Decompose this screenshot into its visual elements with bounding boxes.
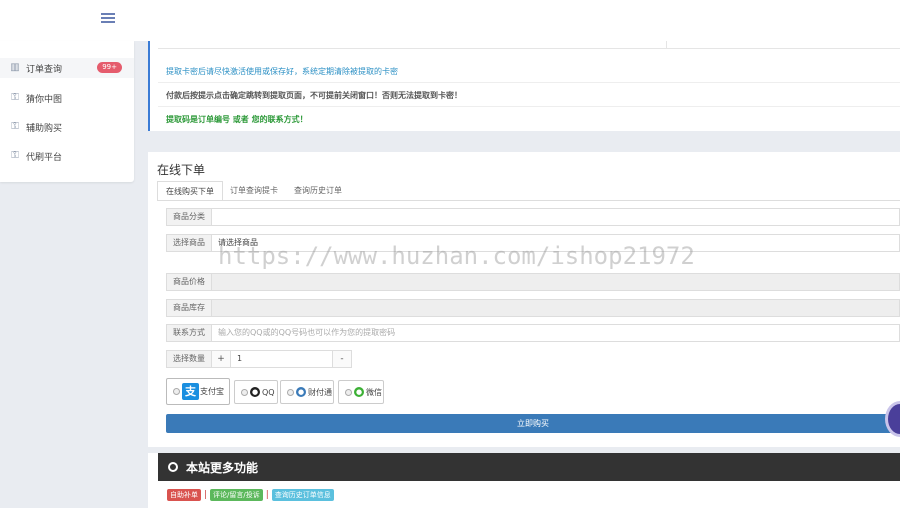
radio-icon[interactable] — [173, 388, 180, 395]
pay-option-alipay[interactable]: 支 支付宝 — [166, 378, 230, 405]
radio-icon[interactable] — [287, 388, 294, 396]
key-icon: ⚿ — [11, 121, 19, 132]
stock-row: 商品库存 — [166, 299, 900, 317]
price-label: 商品价格 — [166, 273, 212, 291]
order-panel: 在线下单 在线购买下单 订单查询提卡 查询历史订单 商品分类 选择商品 请选择商… — [148, 152, 900, 447]
tab-order-query[interactable]: 订单查询提卡 — [222, 181, 286, 201]
sidebar-item-label: 订单查询 — [26, 64, 63, 75]
more-features-title: 本站更多功能 — [186, 460, 259, 475]
stock-label: 商品库存 — [166, 299, 212, 317]
map-pin-icon — [168, 462, 178, 472]
category-select[interactable] — [212, 208, 900, 226]
qq-penguin-icon: ● — [250, 387, 260, 397]
notice-header-row — [158, 41, 900, 49]
notice-line: 提取码是订单编号 或者 您的联系方式！ — [166, 115, 308, 124]
sidebar-item-assist-buy[interactable]: ⚿ 辅助购买 — [0, 117, 134, 137]
sidebar-item-order-query[interactable]: ▥ 订单查询 99+ — [0, 58, 134, 78]
radio-icon[interactable] — [241, 388, 248, 396]
tab-divider — [157, 200, 900, 201]
pay-option-label: 支付宝 — [200, 387, 224, 396]
pay-option-label: 微信 — [366, 387, 382, 397]
order-title: 在线下单 — [157, 163, 206, 177]
pay-option-wechat[interactable]: ● 微信 — [338, 380, 384, 404]
more-features-panel: 本站更多功能 自助补单 | 评论/留言/投诉 | 查询历史订单信息 — [148, 453, 900, 508]
sidebar-item-agent-platform[interactable]: ⚿ 代刷平台 — [0, 146, 134, 166]
pay-option-qq[interactable]: ● QQ — [234, 380, 278, 404]
top-bar — [0, 0, 900, 41]
tab-history-orders[interactable]: 查询历史订单 — [286, 181, 350, 201]
wechat-icon: ● — [354, 387, 364, 397]
notice-line: 付款后按提示点击确定跳转到提取页面，不可提前关闭窗口！否则无法提取到卡密！ — [158, 84, 900, 107]
pay-option-label: 财付通 — [308, 387, 332, 397]
tab-online-buy[interactable]: 在线购买下单 — [157, 181, 223, 201]
pay-option-tenpay[interactable]: ● 财付通 — [280, 380, 334, 404]
link-self-reorder[interactable]: 自助补单 — [167, 489, 201, 501]
sidebar-item-guess[interactable]: ⚿ 猜你中图 — [0, 88, 134, 108]
category-row: 商品分类 — [166, 208, 900, 226]
pay-option-label: QQ — [262, 387, 275, 397]
separator: | — [265, 490, 269, 500]
notice-panel: 提取卡密后请尽快激活使用或保存好，系统定期清除被提取的卡密 付款后按提示点击确定… — [148, 41, 900, 131]
tenpay-icon: ● — [296, 387, 306, 397]
quantity-stepper: 选择数量 + 1 - — [166, 350, 352, 368]
contact-row: 联系方式 输入您的QQ或的QQ号码也可以作为您的提取密码 — [166, 324, 900, 342]
order-count-badge: 99+ — [97, 62, 122, 73]
sidebar-item-label: 代刷平台 — [26, 152, 63, 163]
key-icon: ⚿ — [11, 92, 19, 103]
link-feedback[interactable]: 评论/留言/投诉 — [210, 489, 263, 501]
sidebar-item-label: 猜你中图 — [26, 94, 63, 105]
quantity-input[interactable]: 1 — [231, 350, 333, 368]
more-links: 自助补单 | 评论/留言/投诉 | 查询历史订单信息 — [167, 489, 334, 501]
menu-toggle-icon[interactable] — [101, 13, 115, 25]
alipay-icon: 支 — [182, 383, 199, 400]
link-history-orders[interactable]: 查询历史订单信息 — [271, 489, 334, 501]
contact-label: 联系方式 — [166, 324, 212, 342]
watermark: https://www.huzhan.com/ishop21972 — [218, 242, 695, 270]
more-features-header: 本站更多功能 — [158, 453, 900, 481]
separator: | — [204, 490, 208, 500]
product-label: 选择商品 — [166, 234, 212, 252]
stock-field — [212, 299, 900, 317]
sidebar: ▥ 订单查询 99+ ⚿ 猜你中图 ⚿ 辅助购买 ⚿ 代刷平台 — [0, 41, 134, 182]
quantity-label: 选择数量 — [166, 350, 212, 368]
notice-line: 提取卡密后请尽快激活使用或保存好，系统定期清除被提取的卡密 — [158, 60, 900, 83]
key-icon: ⚿ — [11, 150, 19, 161]
price-row: 商品价格 — [166, 273, 900, 291]
contact-input[interactable]: 输入您的QQ或的QQ号码也可以作为您的提取密码 — [212, 324, 900, 342]
quantity-plus-button[interactable]: + — [212, 350, 231, 368]
radio-icon[interactable] — [345, 388, 352, 396]
sidebar-item-label: 辅助购买 — [26, 123, 63, 134]
quantity-minus-button[interactable]: - — [333, 350, 352, 368]
bar-chart-icon: ▥ — [10, 62, 20, 73]
buy-now-button[interactable]: 立即购买 — [166, 414, 900, 433]
category-label: 商品分类 — [166, 208, 212, 226]
price-field — [212, 273, 900, 291]
